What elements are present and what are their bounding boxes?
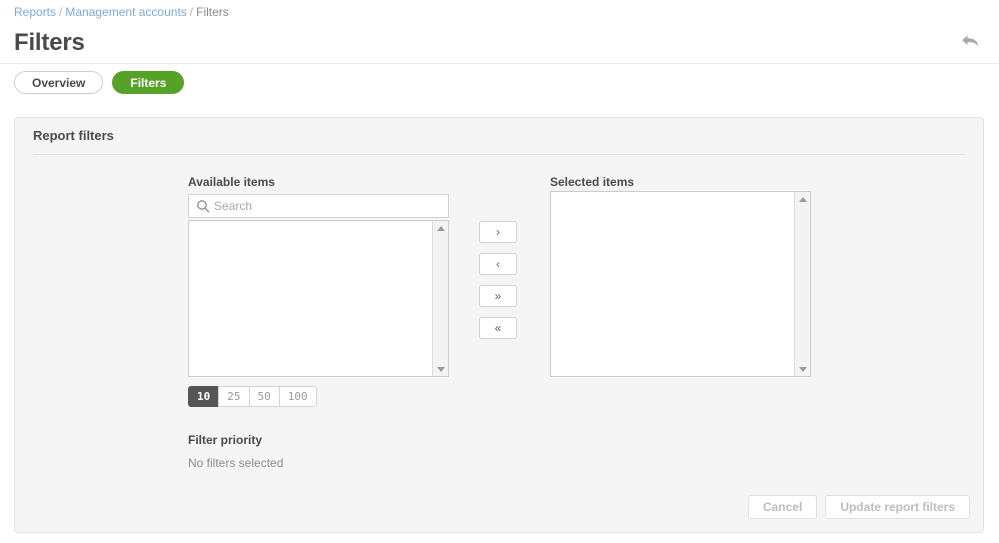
move-all-right-button[interactable]: » [479, 285, 517, 307]
breadcrumb-separator: / [189, 5, 194, 19]
available-items-list[interactable] [189, 221, 432, 376]
update-report-filters-button[interactable]: Update report filters [825, 495, 970, 519]
cancel-button[interactable]: Cancel [747, 495, 818, 519]
panel-divider [33, 154, 965, 155]
selected-items-list[interactable] [551, 192, 794, 376]
move-right-button[interactable]: › [479, 221, 517, 243]
breadcrumb-item-management-accounts[interactable]: Management accounts [65, 5, 186, 19]
move-all-left-button[interactable]: « [479, 317, 517, 339]
page-size-10[interactable]: 10 [188, 386, 220, 407]
scroll-down-icon[interactable] [795, 363, 810, 375]
page-size-selector: 10 25 50 100 [188, 386, 317, 407]
report-filters-panel: Report filters Available items › ‹ » « S… [14, 117, 984, 533]
scroll-up-icon[interactable] [795, 193, 810, 205]
breadcrumb-item-reports[interactable]: Reports [14, 5, 56, 19]
breadcrumb: Reports / Management accounts / Filters [14, 5, 229, 19]
title-divider [0, 63, 999, 64]
page-size-100[interactable]: 100 [278, 386, 317, 407]
search-icon [196, 199, 210, 213]
page-size-25[interactable]: 25 [218, 386, 250, 407]
page-size-50[interactable]: 50 [248, 386, 280, 407]
selected-items-scrollbar[interactable] [794, 192, 810, 376]
selected-items-listbox[interactable] [550, 191, 811, 377]
tab-filters[interactable]: Filters [112, 71, 185, 94]
transfer-button-group: › ‹ » « [479, 221, 517, 339]
available-items-label: Available items [188, 175, 275, 189]
filter-priority-label: Filter priority [188, 433, 263, 447]
scroll-down-icon[interactable] [433, 363, 448, 375]
search-box[interactable] [188, 194, 449, 218]
back-arrow-icon[interactable] [959, 31, 981, 51]
filter-priority-empty-text: No filters selected [188, 456, 284, 470]
available-items-scrollbar[interactable] [432, 221, 448, 376]
tab-bar: Overview Filters [14, 71, 185, 94]
scroll-up-icon[interactable] [433, 222, 448, 234]
page-title: Filters [14, 29, 85, 56]
move-left-button[interactable]: ‹ [479, 253, 517, 275]
breadcrumb-separator: / [59, 5, 63, 19]
panel-title: Report filters [33, 128, 114, 143]
tab-overview[interactable]: Overview [14, 71, 104, 94]
available-items-listbox[interactable] [188, 220, 449, 377]
footer-actions: Cancel Update report filters [747, 495, 970, 519]
search-input[interactable] [214, 196, 448, 216]
breadcrumb-item-filters: Filters [196, 5, 229, 19]
selected-items-label: Selected items [550, 175, 635, 189]
